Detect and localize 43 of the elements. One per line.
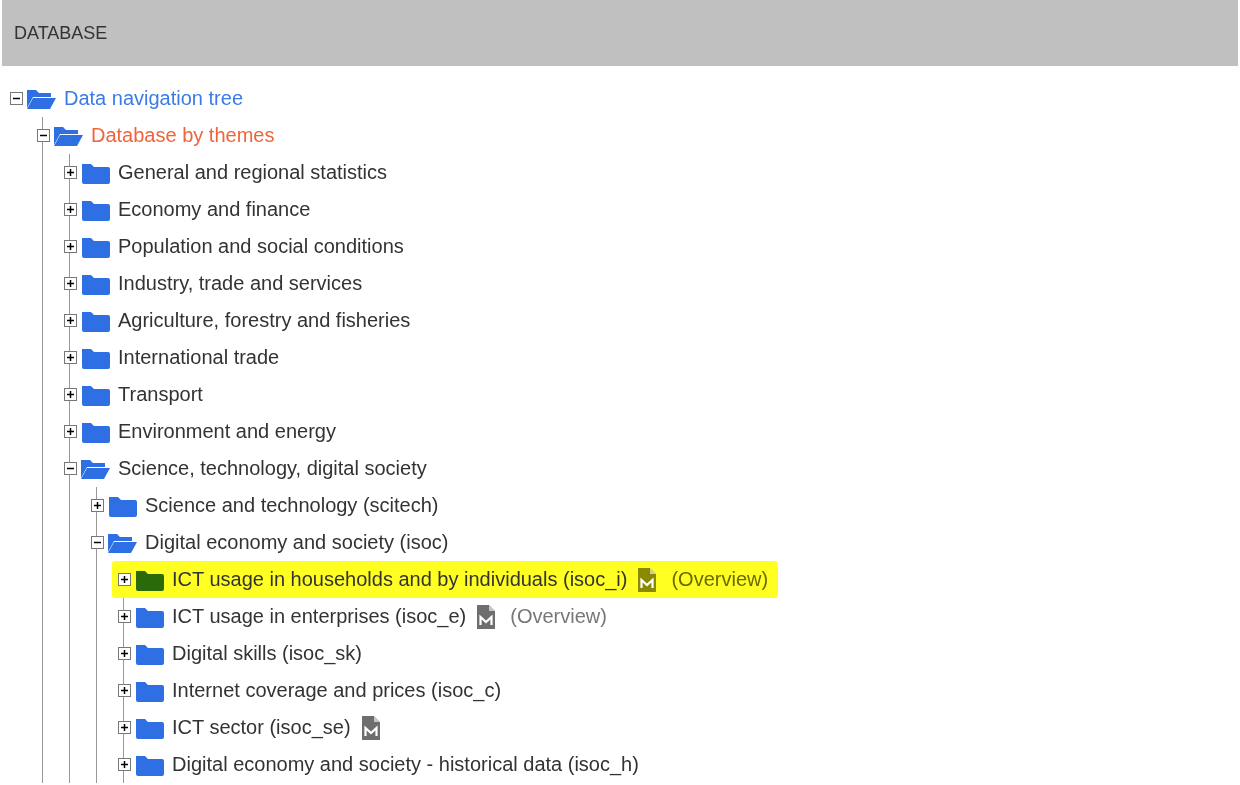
expand-toggle[interactable] xyxy=(64,351,77,364)
tree-item[interactable]: ICT usage in enterprises (isoc_e) xyxy=(172,605,467,628)
document-icon[interactable] xyxy=(360,714,381,741)
collapse-toggle[interactable] xyxy=(10,92,23,105)
tree-item[interactable]: Environment and energy xyxy=(118,420,336,443)
tree-item[interactable]: Science and technology (scitech) xyxy=(145,494,439,517)
expand-toggle[interactable] xyxy=(118,573,131,586)
collapse-toggle[interactable] xyxy=(64,462,77,475)
expand-toggle[interactable] xyxy=(118,647,131,660)
tree-item[interactable]: International trade xyxy=(118,346,280,369)
expand-toggle[interactable] xyxy=(64,166,77,179)
tree-item[interactable]: Population and social conditions xyxy=(118,235,404,258)
expand-toggle[interactable] xyxy=(64,425,77,438)
expand-toggle[interactable] xyxy=(118,684,131,697)
expand-toggle[interactable] xyxy=(64,203,77,216)
expand-toggle[interactable] xyxy=(64,388,77,401)
expand-toggle[interactable] xyxy=(64,240,77,253)
collapse-toggle[interactable] xyxy=(37,129,50,142)
tree-item[interactable]: Science, technology, digital society xyxy=(118,457,427,480)
tree-item[interactable]: Data navigation tree xyxy=(64,87,243,110)
expand-toggle[interactable] xyxy=(118,610,131,623)
expand-toggle[interactable] xyxy=(64,314,77,327)
expand-toggle[interactable] xyxy=(91,499,104,512)
expand-toggle[interactable] xyxy=(118,721,131,734)
tree-item[interactable]: Agriculture, forestry and fisheries xyxy=(118,309,411,332)
overview-link[interactable]: (Overview) xyxy=(510,605,607,628)
expand-toggle[interactable] xyxy=(64,277,77,290)
overview-link[interactable]: (Overview) xyxy=(671,568,769,591)
tree-item[interactable]: Digital economy and society (isoc) xyxy=(145,531,449,554)
tree-item[interactable]: Internet coverage and prices (isoc_c) xyxy=(172,679,502,702)
header-title: DATABASE xyxy=(14,22,108,44)
tree-item[interactable]: General and regional statistics xyxy=(118,161,388,184)
tree-item[interactable]: Industry, trade and services xyxy=(118,272,363,295)
tree-item[interactable]: Digital skills (isoc_sk) xyxy=(172,642,363,665)
tree-item[interactable]: ICT sector (isoc_se) xyxy=(172,716,351,739)
tree-item[interactable]: Digital economy and society - historical data (isoc_h) xyxy=(172,753,639,776)
tree-item[interactable]: ICT usage in households and by individuals (isoc_i) xyxy=(172,568,628,591)
tree-item[interactable]: Transport xyxy=(118,383,203,406)
tree-item[interactable]: Economy and finance xyxy=(118,198,311,221)
collapse-toggle[interactable] xyxy=(91,536,104,549)
document-icon[interactable] xyxy=(637,566,658,593)
document-icon[interactable] xyxy=(476,603,497,630)
expand-toggle[interactable] xyxy=(118,758,131,771)
